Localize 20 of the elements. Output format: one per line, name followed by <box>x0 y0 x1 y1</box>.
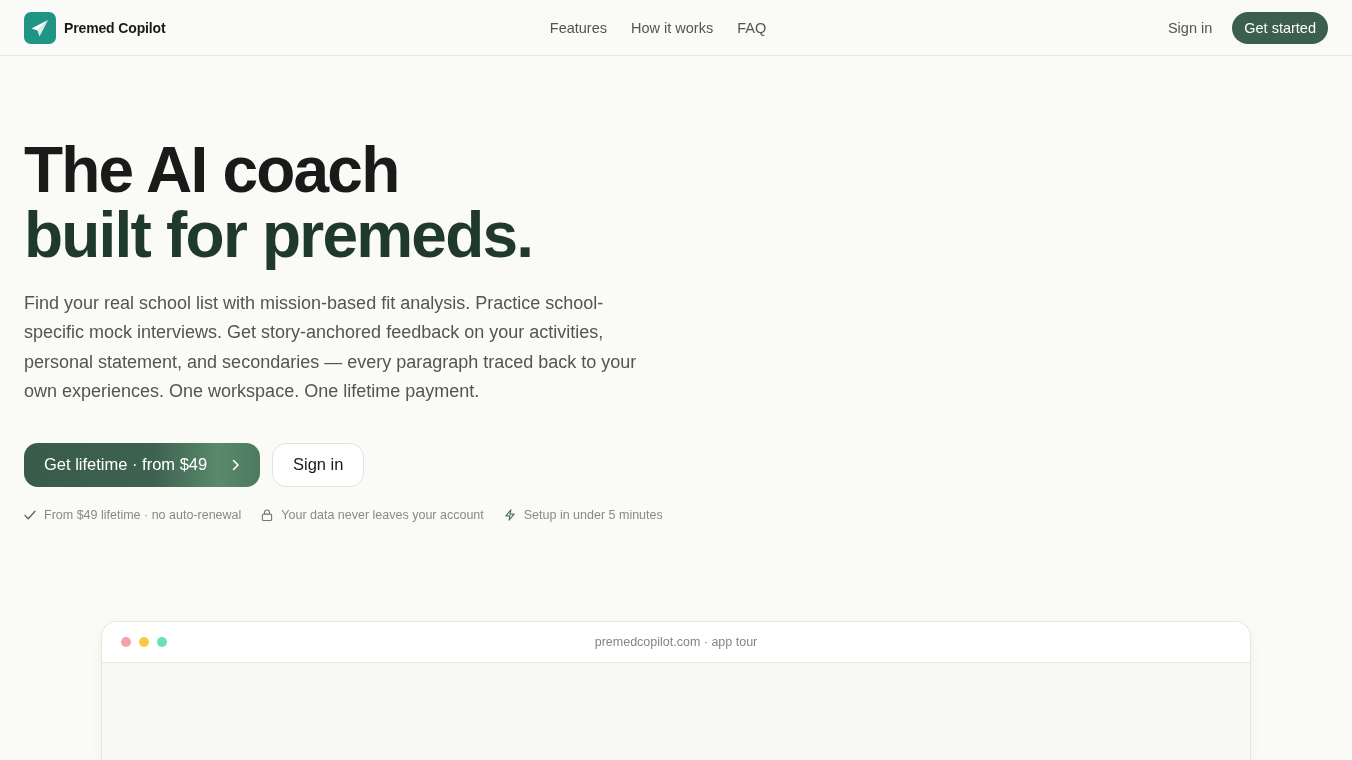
trust-note: From $49 lifetime · no auto-renewal <box>44 506 242 523</box>
brand-name: Premed Copilot <box>64 19 166 36</box>
lock-icon <box>261 508 274 521</box>
nav-link[interactable]: How it works <box>631 19 714 36</box>
sign-in-button[interactable]: Sign in <box>272 442 365 487</box>
nav-link[interactable]: Features <box>549 19 607 36</box>
window-caption: premedcopilot.com · app tour <box>594 634 758 649</box>
check-icon <box>24 508 36 521</box>
headline-line: The AI coach <box>24 138 399 204</box>
paper-plane-logo-icon <box>24 11 56 44</box>
hero-description: Find your real school list with mission-based fit analysis. Practice school-specific mock interviews. Get story-anchored feedback on your activities, personal statement, and secondaries — every paragraph traced back to your own experiences. One workspace. One lifetime payment. <box>24 291 638 404</box>
sign-in-link[interactable]: Sign in <box>1167 19 1213 36</box>
trust-note: Your data never leaves your account <box>281 506 484 523</box>
get-started-button[interactable]: Get started <box>1232 11 1328 44</box>
trust-note: Setup in under 5 minutes <box>523 506 663 523</box>
lightning-bolt-icon <box>503 508 516 521</box>
chevron-right-icon <box>232 458 240 471</box>
headline-line: built for premeds. <box>24 203 533 269</box>
nav-link[interactable]: FAQ <box>737 19 767 36</box>
get-lifetime-button[interactable]: Get lifetime · from $49 <box>24 442 260 487</box>
